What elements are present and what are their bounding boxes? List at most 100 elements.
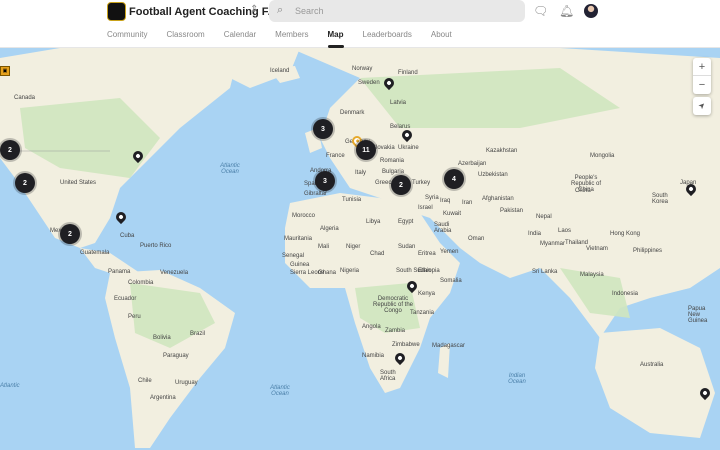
location-arrow-icon: ➤: [696, 100, 708, 112]
map-label: Angola: [362, 324, 381, 330]
map-label: Morocco: [292, 213, 316, 219]
map-label: Peru: [128, 314, 141, 320]
map-label: Cuba: [120, 233, 135, 239]
map-label: Mongolia: [590, 153, 615, 159]
map-label: Israel: [418, 205, 433, 211]
map-label: Somalia: [440, 278, 462, 284]
tab-classroom[interactable]: Classroom: [166, 30, 204, 48]
map-label: Gibraltar: [304, 191, 328, 197]
nav-tabs: Community Classroom Calendar Members Map…: [107, 30, 471, 48]
map-label: Chad: [370, 251, 385, 257]
map-label: South Korea: [652, 193, 669, 205]
map-label: Namibia: [362, 353, 385, 359]
map-label: Latvia: [390, 100, 407, 106]
map-label: Ecuador: [114, 296, 137, 302]
map-label: South Africa: [380, 370, 396, 382]
map-label: Nigeria: [340, 268, 360, 274]
top-bar: Football Agent Coaching FACE ⇕ ⌕ Search …: [0, 0, 720, 48]
map-label: Ethiopia: [418, 268, 440, 274]
tab-members[interactable]: Members: [275, 30, 308, 48]
map-label: Italy: [355, 170, 367, 176]
community-name[interactable]: Football Agent Coaching FACE: [129, 6, 291, 18]
map-label: France: [326, 153, 345, 159]
map-label: Mali: [318, 244, 330, 250]
search-icon: ⌕: [277, 4, 284, 16]
ocean-label: Atlantic Ocean: [270, 385, 290, 397]
map-label: Hong Kong: [610, 231, 641, 237]
member-cluster[interactable]: 4: [444, 169, 464, 189]
map-label: Vietnam: [586, 246, 608, 252]
map-label: Ukraine: [398, 145, 419, 151]
member-cluster[interactable]: 2: [15, 173, 35, 193]
zoom-controls: + −: [693, 58, 711, 94]
tab-map[interactable]: Map: [327, 30, 344, 48]
zoom-out-button[interactable]: −: [693, 76, 711, 94]
map-label: Pakistan: [500, 208, 524, 214]
search-placeholder: Search: [295, 6, 324, 16]
map-label: Sudan: [398, 244, 416, 250]
map-label: Oman: [468, 236, 485, 242]
user-avatar[interactable]: [584, 4, 598, 18]
map-label: Kenya: [418, 291, 436, 297]
member-cluster[interactable]: 2: [60, 224, 80, 244]
map-label: Uzbekistan: [478, 172, 508, 178]
map-label: Madagascar: [432, 343, 466, 349]
map-label: Ghana: [318, 270, 337, 276]
map-label: Chile: [138, 378, 152, 384]
locate-button[interactable]: ➤: [693, 97, 711, 115]
map-label: Argentina: [150, 395, 176, 401]
map-label: Azerbaijan: [458, 161, 487, 167]
community-switcher-icon[interactable]: ⇕: [250, 4, 258, 15]
map-label: Indonesia: [612, 291, 639, 297]
map-label: Algeria: [320, 226, 339, 232]
map-label: Finland: [398, 70, 418, 76]
ocean-label: Indian Ocean: [508, 373, 526, 385]
map-label: Zambia: [385, 328, 406, 334]
map-label: Iraq: [440, 198, 451, 204]
map-label: Laos: [558, 228, 572, 234]
chat-icon[interactable]: 🗨: [533, 4, 548, 18]
map-label: Syria: [425, 195, 439, 201]
map-label: Guatemala: [80, 250, 110, 256]
map-label: Brazil: [190, 331, 206, 337]
map-label: Senegal: [282, 253, 305, 259]
map-label: Canada: [14, 95, 36, 101]
map-label: Tunisia: [342, 197, 362, 203]
map-label: Nepal: [536, 214, 552, 220]
tab-about[interactable]: About: [431, 30, 452, 48]
member-cluster[interactable]: 3: [313, 119, 333, 139]
map-label: Afghanistan: [482, 196, 514, 202]
map-label: Niger: [346, 244, 361, 250]
map-label: Sri Lanka: [532, 269, 558, 275]
world-map[interactable]: ▣ Canada United States Mexico Cuba Puert…: [0, 48, 720, 450]
map-label: Uruguay: [175, 380, 198, 386]
member-cluster[interactable]: 3: [315, 171, 335, 191]
member-cluster[interactable]: 2: [391, 175, 411, 195]
map-label: Egypt: [398, 219, 414, 225]
bell-icon[interactable]: 🔔︎: [559, 4, 574, 18]
map-label: Yemen: [440, 249, 459, 255]
tab-community[interactable]: Community: [107, 30, 147, 48]
map-label: Kuwait: [443, 211, 462, 217]
member-cluster[interactable]: 11: [356, 140, 376, 160]
map-label: Guinea: [290, 262, 310, 268]
map-label: Libya: [366, 219, 381, 225]
map-label: Malaysia: [580, 272, 604, 278]
member-cluster[interactable]: 2: [0, 140, 20, 160]
map-label: Colombia: [128, 280, 154, 286]
member-badge-icon[interactable]: ▣: [0, 66, 10, 76]
map-label: Thailand: [565, 240, 589, 246]
map-label: Bolivia: [153, 335, 171, 341]
map-label: Mauritania: [284, 236, 313, 242]
map-label: India: [528, 231, 542, 237]
map-label: Sweden: [358, 80, 380, 86]
map-label: Denmark: [340, 110, 365, 116]
zoom-in-button[interactable]: +: [693, 58, 711, 76]
tab-calendar[interactable]: Calendar: [224, 30, 256, 48]
map-label: Zimbabwe: [392, 342, 420, 348]
search-input[interactable]: ⌕ Search: [269, 0, 525, 22]
tab-leaderboards[interactable]: Leaderboards: [363, 30, 412, 48]
map-label: Norway: [352, 66, 373, 72]
map-label: Turkey: [412, 180, 431, 186]
community-logo[interactable]: [107, 2, 126, 21]
